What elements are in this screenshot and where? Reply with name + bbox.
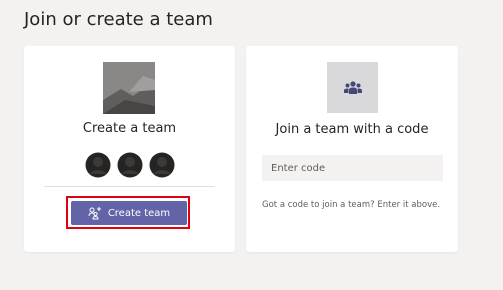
create-team-button[interactable]: Create team [71, 201, 187, 225]
join-team-title: Join a team with a code [275, 122, 429, 137]
team-code-input[interactable] [262, 155, 443, 181]
divider [44, 186, 215, 187]
join-code-hint: Got a code to join a team? Enter it abov… [262, 200, 441, 210]
teams-icon [327, 62, 378, 113]
add-team-icon [88, 206, 102, 220]
create-team-card[interactable]: Create a team Create team [24, 46, 235, 252]
person-avatar-icon [117, 152, 143, 178]
create-team-button-label: Create team [107, 207, 171, 219]
avatar-group [85, 152, 175, 178]
join-team-card: Join a team with a code Got a code to jo… [246, 46, 458, 252]
person-avatar-icon [149, 152, 175, 178]
team-placeholder-image [103, 62, 155, 114]
page-title: Join or create a team [24, 9, 213, 30]
person-avatar-icon [85, 152, 111, 178]
create-team-title: Create a team [82, 121, 177, 136]
